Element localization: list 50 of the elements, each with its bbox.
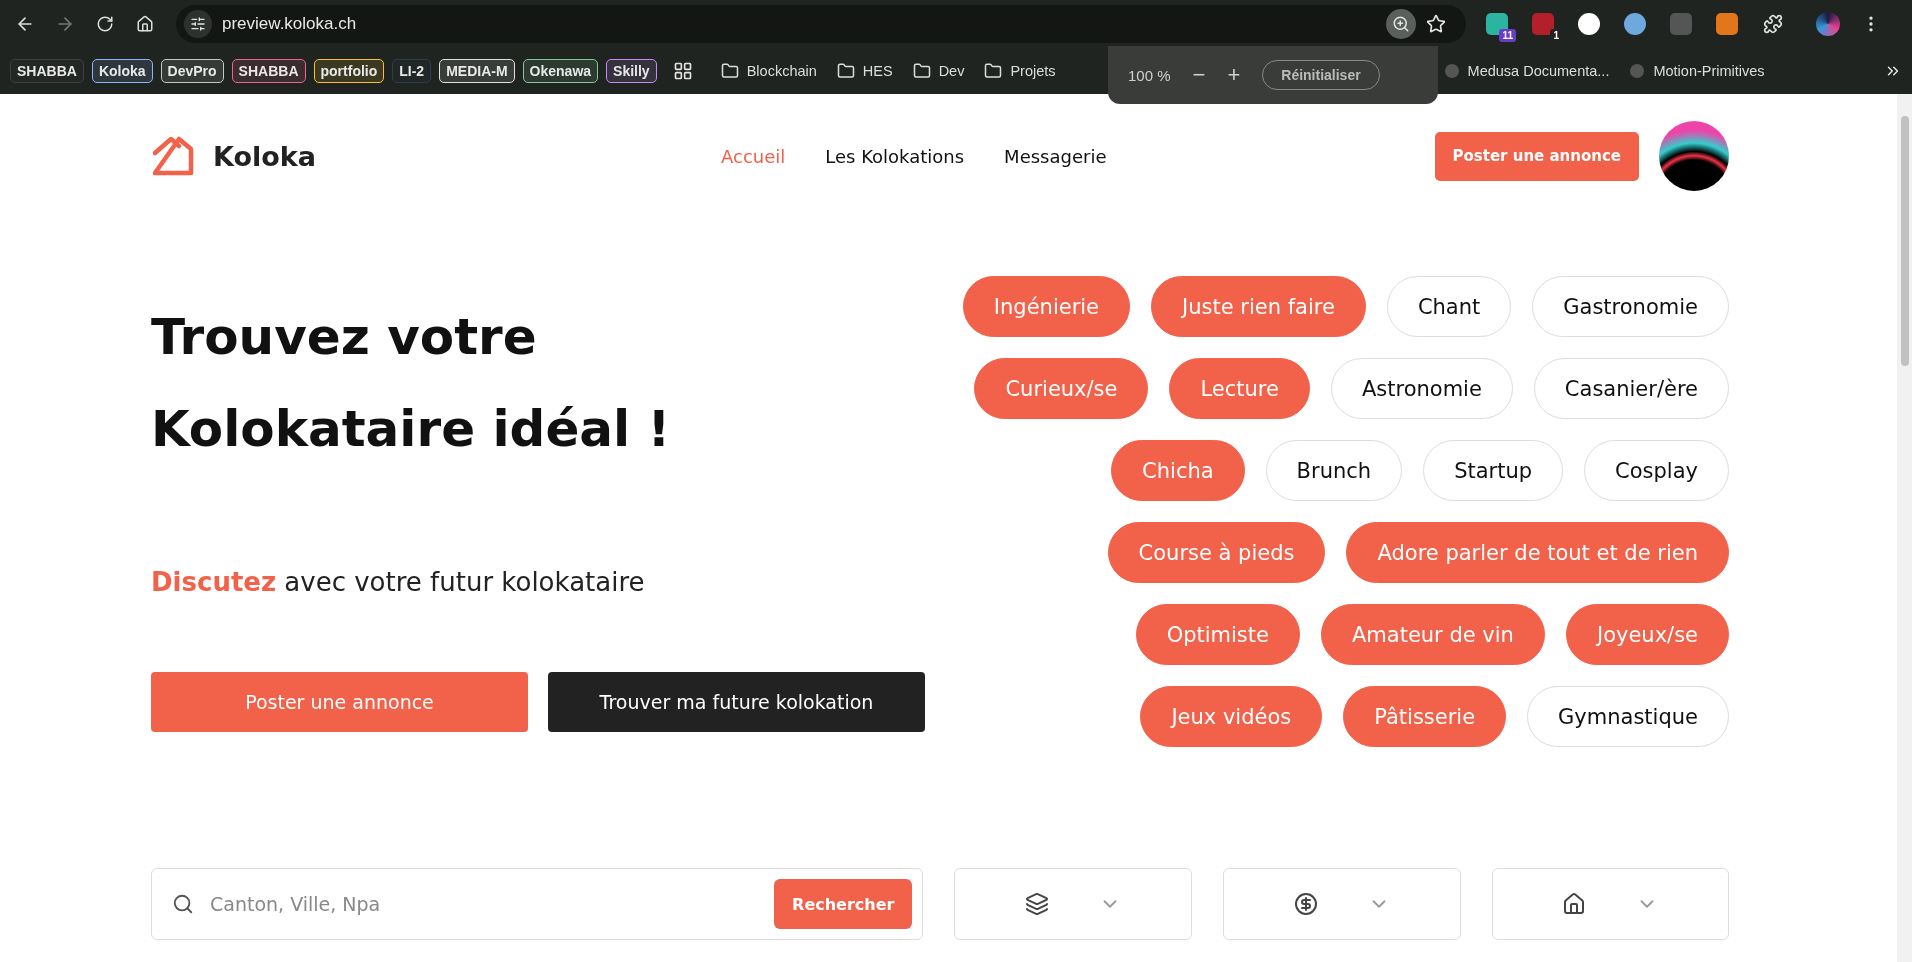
bookmark-folder[interactable]: Blockchain xyxy=(746,62,817,79)
site-settings-icon[interactable] xyxy=(184,9,212,38)
star-icon[interactable] xyxy=(1426,13,1446,34)
zoom-icon[interactable] xyxy=(1386,8,1416,39)
interest-tag[interactable]: Cosplay xyxy=(1584,440,1729,501)
apps-icon[interactable] xyxy=(672,60,693,81)
address-bar[interactable]: preview.koloka.ch xyxy=(176,4,1466,43)
interest-tag[interactable]: Startup xyxy=(1423,440,1564,501)
bookmark-chip[interactable]: SHABBA xyxy=(231,58,306,83)
folder-icon[interactable] xyxy=(836,61,855,80)
interest-tag[interactable]: Astronomie xyxy=(1330,358,1513,419)
bookmark-folder[interactable]: HES xyxy=(862,62,893,79)
nav-link[interactable]: Messagerie xyxy=(1004,145,1107,167)
interest-tag[interactable]: Gymnastique xyxy=(1527,686,1729,747)
bookmark-chip[interactable]: Okenawa xyxy=(522,58,599,83)
hero-subtitle: Discutez avec votre futur kolokataire xyxy=(151,567,646,597)
interest-tag[interactable]: Chant xyxy=(1386,276,1512,337)
zoom-out-button[interactable]: − xyxy=(1192,62,1206,88)
url-text: preview.koloka.ch xyxy=(222,13,358,34)
bookmark-chip[interactable]: DevPro xyxy=(160,58,224,83)
nav-link[interactable]: Les Kolokations xyxy=(825,145,965,167)
home-icon xyxy=(1562,892,1587,916)
bookmark-chip[interactable]: MEDIA-M xyxy=(439,58,515,83)
folder-icon[interactable] xyxy=(984,61,1003,80)
search-icon xyxy=(172,893,194,915)
stack-icon xyxy=(1025,892,1050,916)
bookmark-link[interactable]: Medusa Documenta... xyxy=(1467,62,1610,79)
brand-name: Koloka xyxy=(213,140,316,172)
bookmark-chip[interactable]: LI-2 xyxy=(392,58,432,83)
interest-tag[interactable]: Casanier/ère xyxy=(1533,358,1729,419)
bookmark-chip[interactable]: Skilly xyxy=(606,58,657,83)
zoom-in-button[interactable]: + xyxy=(1227,62,1241,88)
extension-badge: 1 xyxy=(1550,28,1562,42)
bookmark-chip[interactable]: SHABBA xyxy=(10,58,84,83)
extension-badge: 11 xyxy=(1499,28,1516,42)
hero-title: Trouvez votre Kolokataire idéal ! xyxy=(151,307,672,460)
bookmark-chip[interactable]: portfolio xyxy=(313,58,385,83)
folder-icon[interactable] xyxy=(720,61,739,80)
bookmark-link[interactable]: Motion-Primitives xyxy=(1653,62,1765,79)
zoom-level: 100 % xyxy=(1128,66,1171,84)
dollar-icon xyxy=(1293,892,1318,916)
find-button[interactable]: Trouver ma future kolokation xyxy=(548,672,925,732)
interest-tag[interactable]: Brunch xyxy=(1265,440,1403,501)
bookmark-folder[interactable]: Projets xyxy=(1010,62,1056,79)
folder-icon[interactable] xyxy=(912,61,931,80)
interest-tag[interactable]: Gastronomie xyxy=(1532,276,1729,337)
profile-avatar[interactable] xyxy=(1816,11,1840,36)
scrollbar-thumb[interactable] xyxy=(1900,116,1909,366)
bookmark-folder[interactable]: Dev xyxy=(938,62,965,79)
bookmark-chip[interactable]: Koloka xyxy=(91,58,153,83)
